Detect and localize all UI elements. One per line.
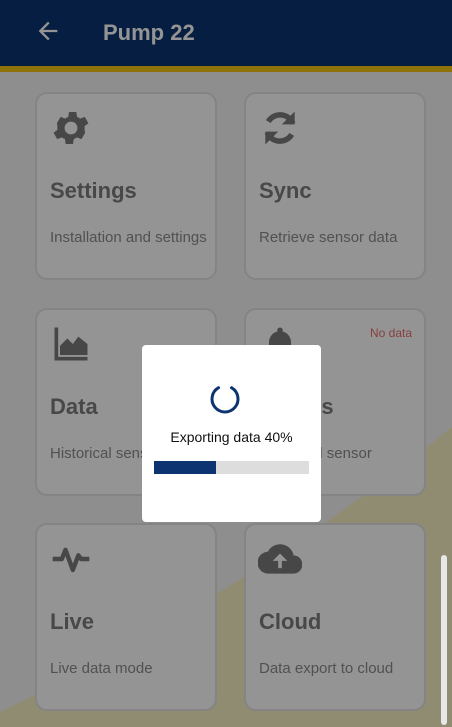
loading-spinner-icon xyxy=(210,386,240,414)
progress-dialog: Exporting data 40% xyxy=(142,345,321,522)
progress-label: Exporting data 40% xyxy=(170,429,293,445)
progress-bar-fill xyxy=(154,461,216,474)
scrollbar[interactable] xyxy=(441,555,447,725)
progress-bar xyxy=(154,461,309,474)
